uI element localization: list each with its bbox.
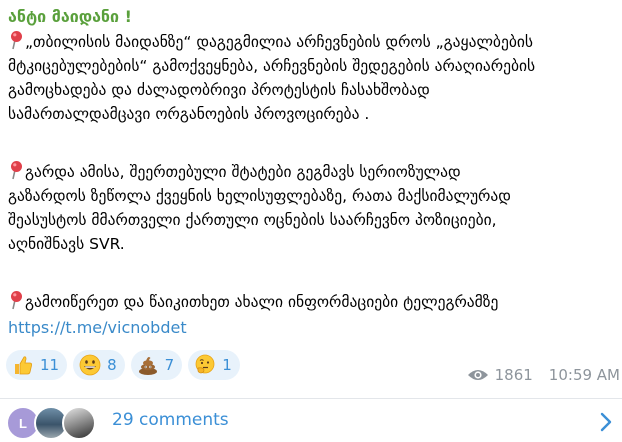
post-meta: 1861 10:59 AM xyxy=(467,366,620,384)
paragraph-line: გამოიწერეთ და წაიკითხეთ ახალი ინფორმაციე… xyxy=(8,290,498,314)
reaction-thumbs-up[interactable]: 11 xyxy=(6,350,68,380)
eye-icon xyxy=(467,368,489,382)
round-pushpin-icon xyxy=(8,160,24,180)
paragraph-line: სამართალდამცავი ორგანოების პროვოცირება . xyxy=(8,105,370,123)
post-time: 10:59 AM xyxy=(548,366,620,384)
paragraph-line: გამოცხადება და ძალადობრივი პროტესტის ჩას… xyxy=(8,81,430,99)
chevron-right-icon xyxy=(600,412,612,436)
avatar xyxy=(62,406,96,440)
views-count: 1861 xyxy=(494,366,533,384)
post-paragraph-2: გარდა ამისა, შეერთებული შტატები გეგმავს … xyxy=(8,160,511,256)
comments-count-label: 29 comments xyxy=(112,410,229,430)
post-title: ანტი მაიდანი ! xyxy=(8,7,132,26)
post-paragraph-3: გამოიწერეთ და წაიკითხეთ ახალი ინფორმაციე… xyxy=(8,290,498,314)
reaction-count: 8 xyxy=(107,356,117,374)
paragraph-line: მტკიცებულებების“ გამოქვეყნება, არჩევნები… xyxy=(8,57,536,75)
comments-button[interactable]: L 29 comments xyxy=(0,401,622,442)
pile-of-poo-icon xyxy=(137,354,159,376)
reaction-count: 11 xyxy=(40,356,60,374)
thinking-face-icon xyxy=(194,354,216,376)
post-paragraph-1: „თბილისის მაიდანზე“ დაგეგმილია არჩევნები… xyxy=(8,30,535,126)
reaction-count: 7 xyxy=(164,356,175,374)
round-pushpin-icon xyxy=(8,30,24,50)
round-pushpin-icon xyxy=(8,290,24,310)
telegram-channel-link[interactable]: https://t.me/vicnobdet xyxy=(8,315,187,341)
reaction-count: 1 xyxy=(222,356,232,374)
grinning-face-icon xyxy=(79,354,101,376)
paragraph-line: გარდა ამისა, შეერთებული შტატები გეგმავს … xyxy=(8,160,511,184)
reactions-bar: 11 8 7 1 xyxy=(6,350,240,384)
thumbs-up-icon xyxy=(12,354,34,376)
channel-post: ანტი მაიდანი ! „თბილისის მაიდანზე“ დაგეგ… xyxy=(0,0,622,442)
paragraph-line: შეასუსტოს მმართველი ქართული ოცნების საარ… xyxy=(8,211,497,229)
paragraph-line: აღნიშნავს SVR. xyxy=(8,235,125,253)
reaction-thinking[interactable]: 1 xyxy=(188,350,240,380)
divider xyxy=(0,398,622,399)
commenter-avatars: L xyxy=(6,406,96,440)
reaction-poo[interactable]: 7 xyxy=(130,350,183,380)
paragraph-line: „თბილისის მაიდანზე“ დაგეგმილია არჩევნები… xyxy=(8,30,535,54)
reaction-grinning[interactable]: 8 xyxy=(73,350,125,380)
paragraph-line: გაზარდოს ზეწოლა ქვეყნის ხელისუფლებაზე, რ… xyxy=(8,187,511,205)
